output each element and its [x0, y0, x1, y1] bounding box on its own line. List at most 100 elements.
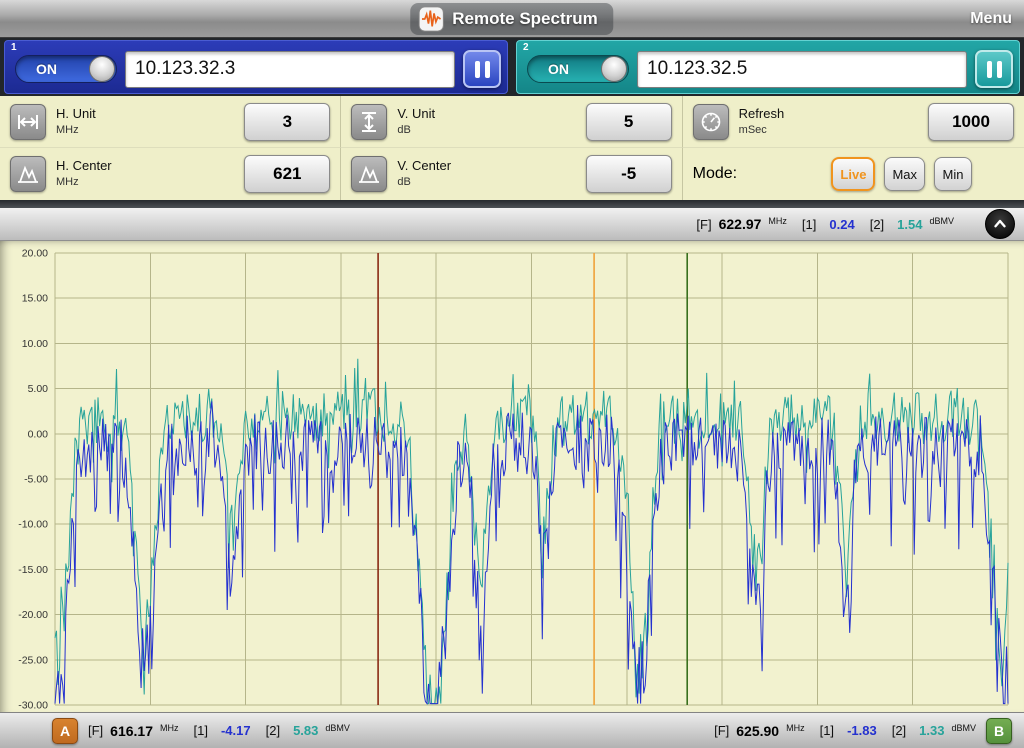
device-2-index-label: [2] — [266, 723, 280, 738]
level-unit-label: dBMV — [325, 723, 350, 733]
menu-button[interactable]: Menu — [970, 10, 1012, 28]
settings-panel: H. Unit MHz 3 V. Unit dB 5 Refresh mSec … — [0, 96, 1024, 200]
device-1-power-toggle[interactable]: ON — [15, 55, 117, 83]
marker-f-label: [F] — [714, 723, 729, 738]
toggle-knob — [601, 56, 627, 82]
setting-unit: MHz — [56, 123, 234, 137]
device-2-number: 2 — [523, 42, 529, 53]
setting-unit: dB — [397, 123, 575, 137]
toggle-on-label: ON — [548, 61, 569, 77]
app-title-group: Remote Spectrum — [410, 3, 613, 35]
device-1-number: 1 — [11, 42, 17, 53]
setting-v-unit: V. Unit dB 5 — [341, 96, 682, 148]
toggle-on-label: ON — [36, 61, 57, 77]
h-unit-value-button[interactable]: 3 — [244, 103, 330, 141]
spectrum-plot[interactable]: 20.00 15.00 10.00 5.00 0.00 -5.00 -10.00 -15.00… — [0, 241, 1024, 712]
vertical-arrows-icon — [351, 104, 387, 140]
svg-text:-15.00: -15.00 — [18, 564, 48, 576]
setting-h-unit: H. Unit MHz 3 — [0, 96, 341, 148]
setting-unit: MHz — [56, 175, 234, 189]
svg-text:-5.00: -5.00 — [24, 474, 48, 486]
spectrum-chart[interactable]: 20.00 15.00 10.00 5.00 0.00 -5.00 -10.00 -15.00… — [0, 241, 1024, 712]
device-2-ip-input[interactable] — [637, 51, 967, 88]
waveform-logo-icon — [418, 6, 444, 32]
svg-text:-10.00: -10.00 — [18, 519, 48, 531]
app-title: Remote Spectrum — [452, 9, 597, 29]
device-panel-2: 2 ON — [516, 40, 1020, 94]
device-2-pause-button[interactable] — [975, 50, 1013, 88]
toggle-knob — [89, 56, 115, 82]
marker-a-readout: [F] 616.17 MHz [1] -4.17 [2] 5.83 dBMV — [88, 723, 350, 739]
setting-unit: dB — [397, 175, 575, 189]
device-2-index-label: [2] — [870, 217, 884, 232]
chart-header: [F] 622.97 MHz [1] 0.24 [2] 1.54 dBMV — [0, 208, 1024, 241]
device-1-index-label: [1] — [194, 723, 208, 738]
device-1-ip-input[interactable] — [125, 51, 455, 88]
mode-max-button[interactable]: Max — [884, 157, 925, 191]
mode-label: Mode: — [693, 165, 737, 183]
divider — [0, 200, 1024, 208]
marker-b-frequency-value: 625.90 — [736, 723, 779, 739]
frequency-unit-label: MHz — [768, 216, 787, 226]
marker-b-readout: [F] 625.90 MHz [1] -1.83 [2] 1.33 dBMV — [714, 723, 976, 739]
marker-a-frequency-value: 616.17 — [110, 723, 153, 739]
device-panel-1: 1 ON — [4, 40, 508, 94]
device-2-level-value: 1.54 — [897, 217, 922, 232]
frequency-unit-label: MHz — [160, 723, 179, 733]
mode-button-group: Live Max Min — [831, 157, 972, 191]
level-unit-label: dBMV — [929, 216, 954, 226]
device-2-level-value: 1.33 — [919, 723, 944, 738]
marker-readout-bar: A [F] 616.17 MHz [1] -4.17 [2] 5.83 dBMV… — [0, 712, 1024, 748]
device-1-index-label: [1] — [820, 723, 834, 738]
marker-a-badge[interactable]: A — [52, 718, 78, 744]
svg-text:5.00: 5.00 — [28, 383, 49, 395]
level-unit-label: dBMV — [951, 723, 976, 733]
cursor-readout: [F] 622.97 MHz [1] 0.24 [2] 1.54 dBMV — [696, 216, 954, 232]
horizontal-arrows-icon — [10, 104, 46, 140]
setting-unit: mSec — [739, 123, 918, 137]
spectrum-peak-icon — [10, 156, 46, 192]
top-app-bar: Remote Spectrum Menu — [0, 0, 1024, 38]
marker-b-badge[interactable]: B — [986, 718, 1012, 744]
setting-v-center: V. Center dB -5 — [341, 148, 682, 200]
setting-refresh: Refresh mSec 1000 — [683, 96, 1024, 148]
chevron-up-icon — [991, 215, 1009, 233]
spectrum-peak-icon — [351, 156, 387, 192]
setting-label: V. Center — [397, 158, 575, 175]
device-2-power-toggle[interactable]: ON — [527, 55, 629, 83]
setting-label: H. Center — [56, 158, 234, 175]
svg-text:20.00: 20.00 — [22, 248, 48, 260]
device-2-index-label: [2] — [892, 723, 906, 738]
v-unit-value-button[interactable]: 5 — [586, 103, 672, 141]
setting-label: H. Unit — [56, 106, 234, 123]
device-1-level-value: -1.83 — [847, 723, 877, 738]
device-1-level-value: -4.17 — [221, 723, 251, 738]
mode-min-button[interactable]: Min — [934, 157, 972, 191]
frequency-unit-label: MHz — [786, 723, 805, 733]
svg-text:-20.00: -20.00 — [18, 609, 48, 621]
device-1-level-value: 0.24 — [829, 217, 854, 232]
pause-icon — [475, 61, 490, 78]
svg-text:0.00: 0.00 — [28, 428, 49, 440]
cursor-frequency-value: 622.97 — [719, 216, 762, 232]
marker-f-label: [F] — [88, 723, 103, 738]
svg-text:-25.00: -25.00 — [18, 654, 48, 666]
timer-icon — [693, 104, 729, 140]
collapse-chart-button[interactable] — [985, 209, 1015, 239]
device-1-index-label: [1] — [802, 217, 816, 232]
mode-live-button[interactable]: Live — [831, 157, 875, 191]
device-2-level-value: 5.83 — [293, 723, 318, 738]
svg-text:-30.00: -30.00 — [18, 700, 48, 712]
setting-label: V. Unit — [397, 106, 575, 123]
device-1-pause-button[interactable] — [463, 50, 501, 88]
svg-text:15.00: 15.00 — [22, 293, 48, 305]
svg-text:10.00: 10.00 — [22, 338, 48, 350]
refresh-value-button[interactable]: 1000 — [928, 103, 1014, 141]
setting-h-center: H. Center MHz 621 — [0, 148, 341, 200]
device-row: 1 ON 2 ON — [0, 38, 1024, 96]
pause-icon — [987, 61, 1002, 78]
setting-mode: Mode: Live Max Min — [683, 148, 1024, 200]
setting-label: Refresh — [739, 106, 918, 123]
v-center-value-button[interactable]: -5 — [586, 155, 672, 193]
h-center-value-button[interactable]: 621 — [244, 155, 330, 193]
